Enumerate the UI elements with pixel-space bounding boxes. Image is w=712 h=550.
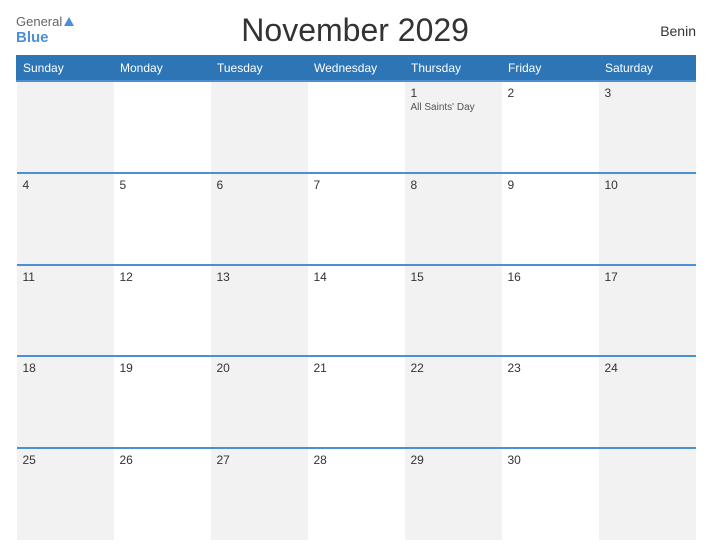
logo-blue-text: Blue	[16, 29, 49, 47]
day-number: 1	[411, 86, 496, 100]
calendar-cell: 30	[502, 448, 599, 540]
day-number: 26	[120, 453, 205, 467]
col-saturday: Saturday	[599, 56, 696, 82]
calendar-cell: 18	[17, 356, 114, 448]
calendar-cell: 19	[114, 356, 211, 448]
calendar-cell: 20	[211, 356, 308, 448]
calendar-cell	[114, 81, 211, 173]
calendar-cell: 15	[405, 265, 502, 357]
calendar-cell: 26	[114, 448, 211, 540]
col-sunday: Sunday	[17, 56, 114, 82]
calendar-cell: 9	[502, 173, 599, 265]
day-number: 21	[314, 361, 399, 375]
day-number: 30	[508, 453, 593, 467]
day-number: 7	[314, 178, 399, 192]
calendar-cell: 25	[17, 448, 114, 540]
col-friday: Friday	[502, 56, 599, 82]
calendar-cell: 7	[308, 173, 405, 265]
calendar-page: General Blue November 2029 Benin Sunday …	[0, 0, 712, 550]
calendar-cell: 2	[502, 81, 599, 173]
col-monday: Monday	[114, 56, 211, 82]
calendar-cell: 5	[114, 173, 211, 265]
calendar-cell: 11	[17, 265, 114, 357]
day-number: 8	[411, 178, 496, 192]
day-number: 12	[120, 270, 205, 284]
calendar-cell	[17, 81, 114, 173]
calendar-cell: 28	[308, 448, 405, 540]
day-number: 22	[411, 361, 496, 375]
logo-general-text: General	[16, 14, 62, 30]
day-number: 17	[605, 270, 690, 284]
calendar-cell: 21	[308, 356, 405, 448]
day-number: 10	[605, 178, 690, 192]
country-label: Benin	[636, 23, 696, 39]
calendar-cell: 29	[405, 448, 502, 540]
calendar-cell: 4	[17, 173, 114, 265]
day-number: 24	[605, 361, 690, 375]
day-number: 13	[217, 270, 302, 284]
calendar-table: Sunday Monday Tuesday Wednesday Thursday…	[16, 55, 696, 540]
calendar-cell: 6	[211, 173, 308, 265]
calendar-cell: 8	[405, 173, 502, 265]
calendar-cell: 27	[211, 448, 308, 540]
day-number: 19	[120, 361, 205, 375]
day-number: 25	[23, 453, 108, 467]
day-number: 14	[314, 270, 399, 284]
calendar-cell: 23	[502, 356, 599, 448]
calendar-week-row: 11 12 13 14 15 16 17	[17, 265, 696, 357]
calendar-week-row: 456789 10	[17, 173, 696, 265]
logo: General Blue	[16, 14, 74, 48]
day-number: 11	[23, 270, 108, 284]
day-number: 16	[508, 270, 593, 284]
day-number: 6	[217, 178, 302, 192]
calendar-cell: 10	[599, 173, 696, 265]
calendar-week-row: 18 19 20 21 22 23 24	[17, 356, 696, 448]
calendar-cell: 24	[599, 356, 696, 448]
day-number: 15	[411, 270, 496, 284]
calendar-cell: 12	[114, 265, 211, 357]
day-number: 27	[217, 453, 302, 467]
calendar-cell: 13	[211, 265, 308, 357]
calendar-cell	[599, 448, 696, 540]
day-number: 18	[23, 361, 108, 375]
day-number: 9	[508, 178, 593, 192]
calendar-cell	[211, 81, 308, 173]
calendar-cell: 22	[405, 356, 502, 448]
calendar-cell: 16	[502, 265, 599, 357]
logo-triangle-icon	[64, 17, 74, 26]
calendar-title: November 2029	[74, 12, 636, 49]
day-number: 3	[605, 86, 690, 100]
calendar-week-row: 1 All Saints' Day 23	[17, 81, 696, 173]
day-number: 5	[120, 178, 205, 192]
day-number: 2	[508, 86, 593, 100]
col-thursday: Thursday	[405, 56, 502, 82]
holiday-label: All Saints' Day	[411, 102, 496, 113]
calendar-cell: 14	[308, 265, 405, 357]
calendar-cell	[308, 81, 405, 173]
day-number: 29	[411, 453, 496, 467]
logo-row2: Blue	[16, 29, 74, 47]
calendar-header: General Blue November 2029 Benin	[16, 12, 696, 49]
logo-row1: General	[16, 14, 74, 30]
day-number: 4	[23, 178, 108, 192]
calendar-cell: 3	[599, 81, 696, 173]
calendar-cell: 1 All Saints' Day	[405, 81, 502, 173]
col-wednesday: Wednesday	[308, 56, 405, 82]
day-number: 28	[314, 453, 399, 467]
day-number: 23	[508, 361, 593, 375]
day-number: 20	[217, 361, 302, 375]
col-tuesday: Tuesday	[211, 56, 308, 82]
calendar-cell: 17	[599, 265, 696, 357]
weekday-header-row: Sunday Monday Tuesday Wednesday Thursday…	[17, 56, 696, 82]
calendar-week-row: 25 26 27 28 29 30	[17, 448, 696, 540]
